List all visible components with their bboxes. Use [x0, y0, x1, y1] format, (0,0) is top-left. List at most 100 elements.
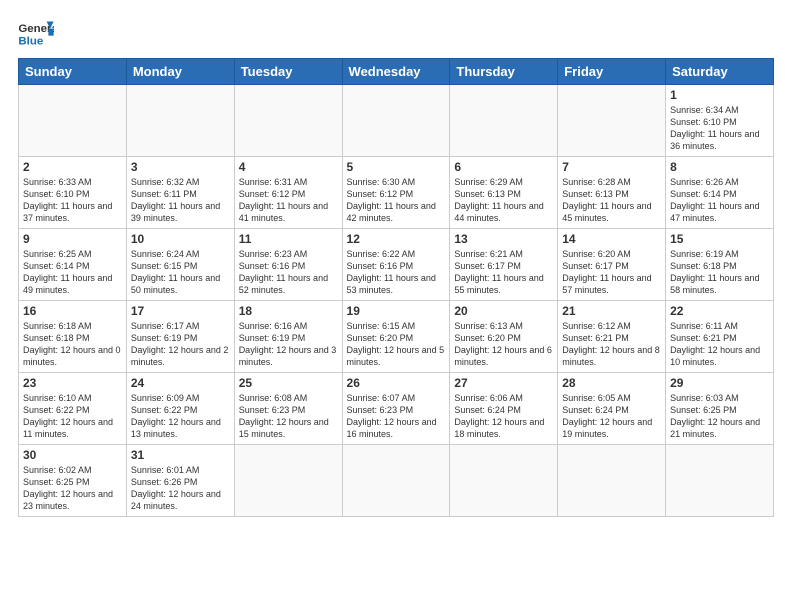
calendar-cell: 5Sunrise: 6:30 AM Sunset: 6:12 PM Daylig…: [342, 157, 450, 229]
day-number: 7: [562, 160, 661, 174]
calendar-week-5: 23Sunrise: 6:10 AM Sunset: 6:22 PM Dayli…: [19, 373, 774, 445]
day-number: 28: [562, 376, 661, 390]
day-number: 21: [562, 304, 661, 318]
day-number: 14: [562, 232, 661, 246]
day-info: Sunrise: 6:20 AM Sunset: 6:17 PM Dayligh…: [562, 248, 661, 297]
calendar-cell: 30Sunrise: 6:02 AM Sunset: 6:25 PM Dayli…: [19, 445, 127, 517]
day-info: Sunrise: 6:31 AM Sunset: 6:12 PM Dayligh…: [239, 176, 338, 225]
calendar-cell: 28 Sunrise: 6:05 AM Sunset: 6:24 PM Dayli…: [558, 373, 666, 445]
day-info: Sunrise: 6:03 AM Sunset: 6:25 PM Dayligh…: [670, 392, 769, 441]
calendar-week-4: 16 Sunrise: 6:18 AM Sunset: 6:18 PM Dayli…: [19, 301, 774, 373]
day-number: 25: [239, 376, 338, 390]
calendar-cell: 23Sunrise: 6:10 AM Sunset: 6:22 PM Dayli…: [19, 373, 127, 445]
day-info: Sunrise: 6:29 AM Sunset: 6:13 PM Dayligh…: [454, 176, 553, 225]
day-info: Sunrise: 6:19 AM Sunset: 6:18 PM Dayligh…: [670, 248, 769, 297]
generalblue-icon: General Blue: [18, 18, 54, 48]
calendar-cell: 25 Sunrise: 6:08 AM Sunset: 6:23 PM Dayli…: [234, 373, 342, 445]
calendar-cell: 26Sunrise: 6:07 AM Sunset: 6:23 PM Dayli…: [342, 373, 450, 445]
day-info: Sunrise: 6:25 AM Sunset: 6:14 PM Dayligh…: [23, 248, 122, 297]
day-info: Sunrise: 6:24 AM Sunset: 6:15 PM Dayligh…: [131, 248, 230, 297]
day-info: Sunrise: 6:18 AM Sunset: 6:18 PM Dayligh…: [23, 320, 122, 369]
day-number: 22: [670, 304, 769, 318]
day-info: Sunrise: 6:01 AM Sunset: 6:26 PM Dayligh…: [131, 464, 230, 513]
calendar-cell: 15 Sunrise: 6:19 AM Sunset: 6:18 PM Dayli…: [666, 229, 774, 301]
calendar-cell: 2 Sunrise: 6:33 AM Sunset: 6:10 PM Daylig…: [19, 157, 127, 229]
day-number: 29: [670, 376, 769, 390]
day-number: 27: [454, 376, 553, 390]
calendar-cell: 9 Sunrise: 6:25 AM Sunset: 6:14 PM Daylig…: [19, 229, 127, 301]
day-info: Sunrise: 6:13 AM Sunset: 6:20 PM Dayligh…: [454, 320, 553, 369]
calendar-cell: [342, 445, 450, 517]
day-number: 24: [131, 376, 230, 390]
day-number: 31: [131, 448, 230, 462]
calendar-cell: 27 Sunrise: 6:06 AM Sunset: 6:24 PM Dayli…: [450, 373, 558, 445]
calendar-cell: [450, 85, 558, 157]
day-info: Sunrise: 6:26 AM Sunset: 6:14 PM Dayligh…: [670, 176, 769, 225]
weekday-header-friday: Friday: [558, 59, 666, 85]
day-info: Sunrise: 6:16 AM Sunset: 6:19 PM Dayligh…: [239, 320, 338, 369]
day-number: 9: [23, 232, 122, 246]
day-info: Sunrise: 6:22 AM Sunset: 6:16 PM Dayligh…: [347, 248, 446, 297]
header: General Blue: [18, 18, 774, 48]
calendar-cell: 13Sunrise: 6:21 AM Sunset: 6:17 PM Dayli…: [450, 229, 558, 301]
calendar-cell: 8Sunrise: 6:26 AM Sunset: 6:14 PM Daylig…: [666, 157, 774, 229]
day-number: 15: [670, 232, 769, 246]
calendar-cell: 12 Sunrise: 6:22 AM Sunset: 6:16 PM Dayli…: [342, 229, 450, 301]
calendar-week-3: 9 Sunrise: 6:25 AM Sunset: 6:14 PM Daylig…: [19, 229, 774, 301]
calendar-cell: 6Sunrise: 6:29 AM Sunset: 6:13 PM Daylig…: [450, 157, 558, 229]
calendar-cell: 24 Sunrise: 6:09 AM Sunset: 6:22 PM Dayli…: [126, 373, 234, 445]
day-number: 2: [23, 160, 122, 174]
calendar-cell: [19, 85, 127, 157]
calendar-cell: 19Sunrise: 6:15 AM Sunset: 6:20 PM Dayli…: [342, 301, 450, 373]
calendar-cell: 22Sunrise: 6:11 AM Sunset: 6:21 PM Dayli…: [666, 301, 774, 373]
day-number: 12: [347, 232, 446, 246]
calendar-week-1: 1Sunrise: 6:34 AM Sunset: 6:10 PM Daylig…: [19, 85, 774, 157]
calendar-cell: [126, 85, 234, 157]
calendar-cell: [234, 445, 342, 517]
day-number: 19: [347, 304, 446, 318]
page: General Blue SundayMondayTuesdayWednesda…: [0, 0, 792, 612]
day-number: 5: [347, 160, 446, 174]
calendar-cell: [558, 445, 666, 517]
day-number: 17: [131, 304, 230, 318]
day-info: Sunrise: 6:05 AM Sunset: 6:24 PM Dayligh…: [562, 392, 661, 441]
day-info: Sunrise: 6:23 AM Sunset: 6:16 PM Dayligh…: [239, 248, 338, 297]
weekday-header-monday: Monday: [126, 59, 234, 85]
weekday-header-sunday: Sunday: [19, 59, 127, 85]
calendar-cell: 11 Sunrise: 6:23 AM Sunset: 6:16 PM Dayli…: [234, 229, 342, 301]
day-number: 20: [454, 304, 553, 318]
day-number: 13: [454, 232, 553, 246]
day-number: 11: [239, 232, 338, 246]
day-info: Sunrise: 6:09 AM Sunset: 6:22 PM Dayligh…: [131, 392, 230, 441]
calendar-cell: [666, 445, 774, 517]
calendar-cell: 1Sunrise: 6:34 AM Sunset: 6:10 PM Daylig…: [666, 85, 774, 157]
day-info: Sunrise: 6:07 AM Sunset: 6:23 PM Dayligh…: [347, 392, 446, 441]
day-number: 10: [131, 232, 230, 246]
day-number: 4: [239, 160, 338, 174]
day-info: Sunrise: 6:08 AM Sunset: 6:23 PM Dayligh…: [239, 392, 338, 441]
day-info: Sunrise: 6:12 AM Sunset: 6:21 PM Dayligh…: [562, 320, 661, 369]
day-info: Sunrise: 6:02 AM Sunset: 6:25 PM Dayligh…: [23, 464, 122, 513]
calendar-cell: 17 Sunrise: 6:17 AM Sunset: 6:19 PM Dayli…: [126, 301, 234, 373]
calendar-cell: [234, 85, 342, 157]
calendar-cell: [558, 85, 666, 157]
calendar-cell: 29 Sunrise: 6:03 AM Sunset: 6:25 PM Dayli…: [666, 373, 774, 445]
calendar: SundayMondayTuesdayWednesdayThursdayFrid…: [18, 58, 774, 517]
day-number: 23: [23, 376, 122, 390]
weekday-header-wednesday: Wednesday: [342, 59, 450, 85]
day-info: Sunrise: 6:06 AM Sunset: 6:24 PM Dayligh…: [454, 392, 553, 441]
weekday-header-thursday: Thursday: [450, 59, 558, 85]
weekday-header-saturday: Saturday: [666, 59, 774, 85]
calendar-cell: 10 Sunrise: 6:24 AM Sunset: 6:15 PM Dayli…: [126, 229, 234, 301]
day-info: Sunrise: 6:17 AM Sunset: 6:19 PM Dayligh…: [131, 320, 230, 369]
day-info: Sunrise: 6:33 AM Sunset: 6:10 PM Dayligh…: [23, 176, 122, 225]
calendar-cell: 21 Sunrise: 6:12 AM Sunset: 6:21 PM Dayli…: [558, 301, 666, 373]
calendar-cell: 7 Sunrise: 6:28 AM Sunset: 6:13 PM Daylig…: [558, 157, 666, 229]
calendar-week-6: 30Sunrise: 6:02 AM Sunset: 6:25 PM Dayli…: [19, 445, 774, 517]
calendar-cell: 20 Sunrise: 6:13 AM Sunset: 6:20 PM Dayli…: [450, 301, 558, 373]
weekday-header-row: SundayMondayTuesdayWednesdayThursdayFrid…: [19, 59, 774, 85]
calendar-cell: 31 Sunrise: 6:01 AM Sunset: 6:26 PM Dayli…: [126, 445, 234, 517]
day-info: Sunrise: 6:28 AM Sunset: 6:13 PM Dayligh…: [562, 176, 661, 225]
svg-text:Blue: Blue: [18, 35, 43, 47]
day-number: 16: [23, 304, 122, 318]
